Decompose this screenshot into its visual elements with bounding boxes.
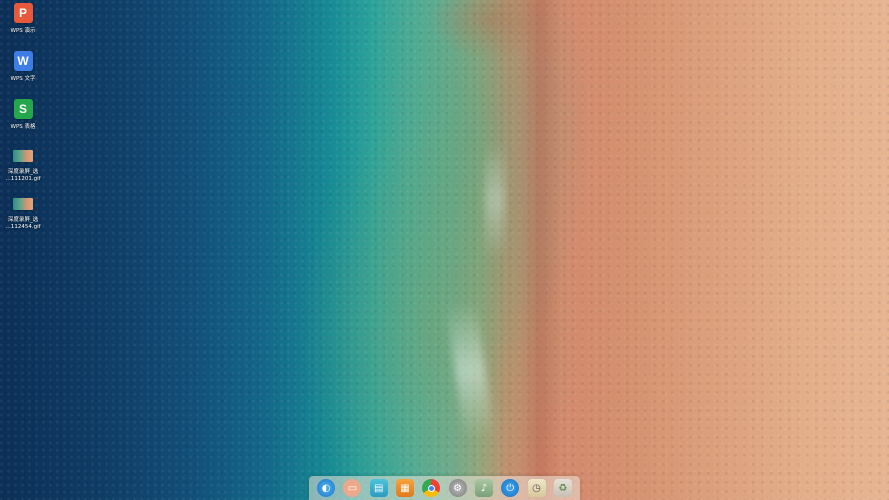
wallpaper-sand-band <box>520 0 560 500</box>
desktop-icon-wps-presentation[interactable]: P WPS 演示 <box>4 3 42 35</box>
app-store-icon[interactable]: ▦ <box>396 479 415 497</box>
desktop-icon-wps-spreadsheet[interactable]: S WPS 表格 <box>4 99 42 131</box>
wallpaper-foam-upper <box>485 140 505 260</box>
deepin-music-icon[interactable]: ♪ <box>474 479 493 497</box>
wps-writer-icon: W <box>13 51 33 71</box>
trash-icon[interactable]: ♻ <box>553 479 572 497</box>
wps-presentation-icon: P <box>13 3 33 23</box>
desktop-icon-label: WPS 演示 <box>10 28 36 34</box>
dock: ◐ ▭ ▤ ▦ ⚙ ♪ ⏻ ◷ ♻ <box>309 476 580 500</box>
chrome-center <box>427 484 435 492</box>
file-manager-icon[interactable]: ▤ <box>369 479 388 497</box>
desktop-icon-recording-gif-1[interactable]: 深度录屏_选 …111201.gif <box>4 150 42 183</box>
desktop-icon-label: 深度录屏_选 …111201.gif <box>5 169 40 183</box>
desktop-icon-recording-gif-2[interactable]: 深度录屏_选 …112454.gif <box>4 198 42 231</box>
desktop-icon-label: WPS 文字 <box>10 76 36 82</box>
label-line-2: …112454.gif <box>5 224 41 230</box>
label-line-1: 深度录屏_选 <box>7 217 39 223</box>
desktop-icon-label: 深度录屏_选 …112454.gif <box>5 217 40 231</box>
desktop-icon-label: WPS 表格 <box>10 124 36 130</box>
label-line-2: …111201.gif <box>5 176 41 182</box>
clock-icon[interactable]: ◷ <box>527 479 546 497</box>
desktop-icon-wps-writer[interactable]: W WPS 文字 <box>4 51 42 83</box>
gif-thumbnail-icon <box>13 198 33 210</box>
wps-spreadsheet-icon: S <box>13 99 33 119</box>
power-icon[interactable]: ⏻ <box>501 479 520 497</box>
multitask-view-icon[interactable]: ▭ <box>343 479 362 497</box>
wallpaper-texture <box>0 0 889 500</box>
launcher-icon[interactable]: ◐ <box>317 479 336 497</box>
chrome-icon[interactable] <box>422 479 441 497</box>
settings-icon[interactable]: ⚙ <box>448 479 467 497</box>
label-line-1: 深度录屏_选 <box>7 169 39 175</box>
wallpaper-foam <box>445 298 495 442</box>
gif-thumbnail-icon <box>13 150 33 162</box>
